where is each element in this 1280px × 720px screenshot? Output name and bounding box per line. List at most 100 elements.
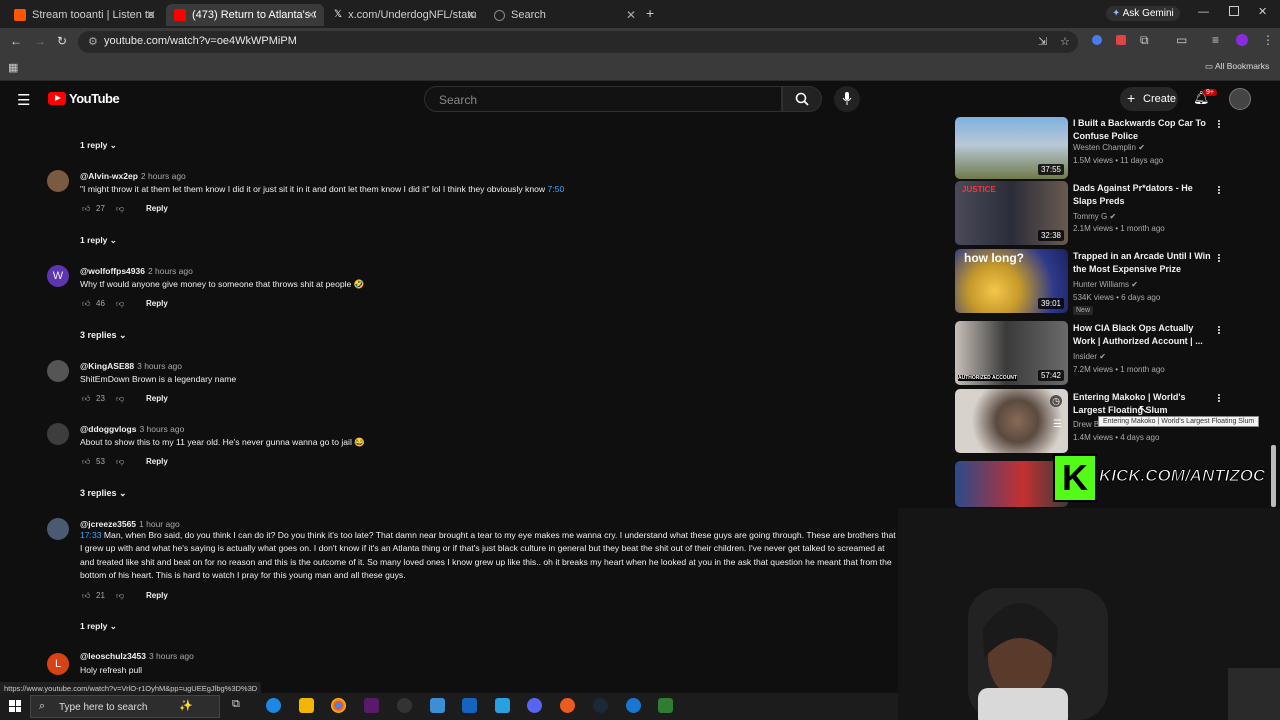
comment-author[interactable]: @Alvin-wx2ep 2 hours ago (80, 171, 186, 181)
video-thumbnail[interactable]: AUTHORIZED ACCOUNT 57:42 (955, 321, 1068, 385)
video-title[interactable]: How CIA Black Ops Actually Work | Author… (1073, 322, 1213, 348)
bookmark-star-icon[interactable]: ☆ (1060, 35, 1070, 48)
like-icon[interactable]: 👍︎ (82, 204, 90, 214)
steam-icon[interactable] (593, 698, 608, 713)
app-icon[interactable] (626, 698, 641, 713)
app-icon[interactable] (462, 698, 477, 713)
dislike-icon[interactable]: 👎︎ (116, 299, 124, 309)
start-button[interactable] (9, 700, 21, 712)
ask-gemini-button[interactable]: ✦ Ask Gemini (1106, 6, 1180, 21)
dislike-icon[interactable]: 👎︎ (116, 394, 124, 404)
avatar[interactable] (47, 360, 69, 382)
comment-time[interactable]: 2 hours ago (141, 171, 186, 181)
dislike-icon[interactable]: 👎︎ (116, 457, 124, 467)
tab-youtube[interactable]: (473) Return to Atlanta's Crazie ✕ (166, 4, 324, 26)
app-icon[interactable] (495, 698, 510, 713)
app-icon[interactable] (560, 698, 575, 713)
close-tab-icon[interactable]: ✕ (146, 8, 156, 22)
add-to-queue-icon[interactable]: ☰ (1053, 419, 1062, 430)
avatar[interactable] (47, 170, 69, 192)
address-bar[interactable]: ⚙ youtube.com/watch?v=oe4WkWPMiPM ⇲ ☆ (78, 31, 1078, 53)
chrome-icon[interactable] (331, 698, 346, 713)
comment-handle[interactable]: @Alvin-wx2ep (80, 171, 138, 181)
comment-author[interactable]: @wolfoffps4936 2 hours ago (80, 266, 193, 276)
video-channel[interactable]: Drew B (1073, 420, 1099, 429)
new-tab-icon[interactable]: + (646, 5, 654, 21)
comment-time[interactable]: 3 hours ago (139, 424, 184, 434)
avatar[interactable]: W (47, 265, 69, 287)
video-menu-icon[interactable] (1217, 185, 1221, 197)
video-channel[interactable]: Insider ✔ (1073, 352, 1106, 361)
extension-icon[interactable] (1116, 35, 1126, 45)
video-channel[interactable]: Hunter Williams ✔ (1073, 280, 1138, 289)
reply-button[interactable]: Reply (146, 204, 168, 213)
channel-name[interactable]: Insider (1073, 352, 1097, 361)
comment-handle[interactable]: @jcreeze3565 (80, 519, 136, 529)
reply-button[interactable]: Reply (146, 457, 168, 466)
view-replies-button[interactable]: 3 replies ⌄ (80, 330, 127, 341)
reply-button[interactable]: Reply (146, 394, 168, 403)
timestamp-link[interactable]: 17:33 (80, 530, 102, 540)
back-icon[interactable]: ← (10, 34, 22, 48)
reload-icon[interactable]: ↻ (57, 34, 67, 48)
site-info-icon[interactable]: ⚙ (88, 35, 98, 48)
discord-icon[interactable] (527, 698, 542, 713)
tab-soundcloud[interactable]: Stream tooanti | Listen to mf pl ✕ (6, 4, 164, 26)
tab-search[interactable]: Search ✕ (486, 4, 644, 26)
forward-icon[interactable]: → (34, 34, 46, 48)
avatar[interactable] (47, 518, 69, 540)
install-icon[interactable]: ⇲ (1038, 35, 1047, 48)
youtube-logo-text[interactable]: YouTube (69, 91, 120, 106)
video-menu-icon[interactable] (1217, 119, 1221, 131)
comment-time[interactable]: 1 hour ago (139, 519, 180, 529)
app-icon[interactable] (364, 698, 379, 713)
reply-button[interactable]: Reply (146, 591, 168, 600)
app-icon[interactable] (397, 698, 412, 713)
file-explorer-icon[interactable] (299, 698, 314, 713)
channel-name[interactable]: Westen Champlin (1073, 143, 1136, 152)
voice-search-button[interactable] (834, 86, 860, 112)
video-title[interactable]: Trapped in an Arcade Until I Win the Mos… (1073, 250, 1213, 276)
taskbar-search[interactable]: ⌕ ✨ (30, 695, 220, 718)
taskbar-search-input[interactable] (57, 701, 181, 714)
video-thumbnail[interactable]: ◷ ☰ (955, 389, 1068, 453)
video-thumbnail[interactable]: 37:55 (955, 117, 1068, 179)
video-card[interactable]: how long? 39:01 Trapped in an Arcade Unt… (955, 249, 1280, 315)
reading-list-icon[interactable]: ≡ (1212, 33, 1219, 47)
apps-grid-icon[interactable]: ▦ (8, 61, 18, 74)
video-thumbnail[interactable]: how long? 39:01 (955, 249, 1068, 313)
close-tab-icon[interactable]: ✕ (626, 8, 636, 22)
avatar[interactable] (47, 423, 69, 445)
app-icon[interactable] (430, 698, 445, 713)
comment-time[interactable]: 3 hours ago (149, 651, 194, 661)
minimize-icon[interactable]: — (1198, 6, 1209, 18)
dislike-icon[interactable]: 👎︎ (116, 204, 124, 214)
dislike-icon[interactable]: 👎︎ (116, 591, 124, 601)
comment-time[interactable]: 2 hours ago (148, 266, 193, 276)
avatar[interactable]: L (47, 653, 69, 675)
video-menu-icon[interactable] (1217, 253, 1221, 265)
close-tab-icon[interactable]: ✕ (466, 8, 476, 22)
like-icon[interactable]: 👍︎ (82, 394, 90, 404)
view-replies-button[interactable]: 1 reply ⌄ (80, 235, 117, 246)
comment-author[interactable]: @ddoggvlogs 3 hours ago (80, 424, 184, 434)
comment-handle[interactable]: @ddoggvlogs (80, 424, 136, 434)
channel-name[interactable]: Tommy G (1073, 212, 1107, 221)
video-channel[interactable]: Westen Champlin ✔ (1073, 143, 1145, 152)
watch-later-icon[interactable]: ◷ (1050, 395, 1062, 407)
channel-name[interactable]: Hunter Williams (1073, 280, 1129, 289)
timestamp-link[interactable]: 7:50 (548, 184, 565, 194)
video-menu-icon[interactable] (1217, 393, 1221, 405)
extension-icon[interactable] (1092, 35, 1102, 45)
comment-handle[interactable]: @KingASE88 (80, 361, 134, 371)
video-menu-icon[interactable] (1217, 325, 1221, 337)
like-icon[interactable]: 👍︎ (82, 299, 90, 309)
reply-button[interactable]: Reply (146, 299, 168, 308)
create-button[interactable]: + Create (1120, 87, 1178, 111)
tab-x[interactable]: 𝕏 x.com/UnderdogNFL/status/20 ✕ (326, 4, 484, 26)
app-icon[interactable] (658, 698, 673, 713)
comment-time[interactable]: 3 hours ago (137, 361, 182, 371)
search-box[interactable] (424, 86, 782, 112)
maximize-icon[interactable] (1229, 6, 1239, 16)
all-bookmarks-button[interactable]: ▭ All Bookmarks (1205, 61, 1269, 72)
